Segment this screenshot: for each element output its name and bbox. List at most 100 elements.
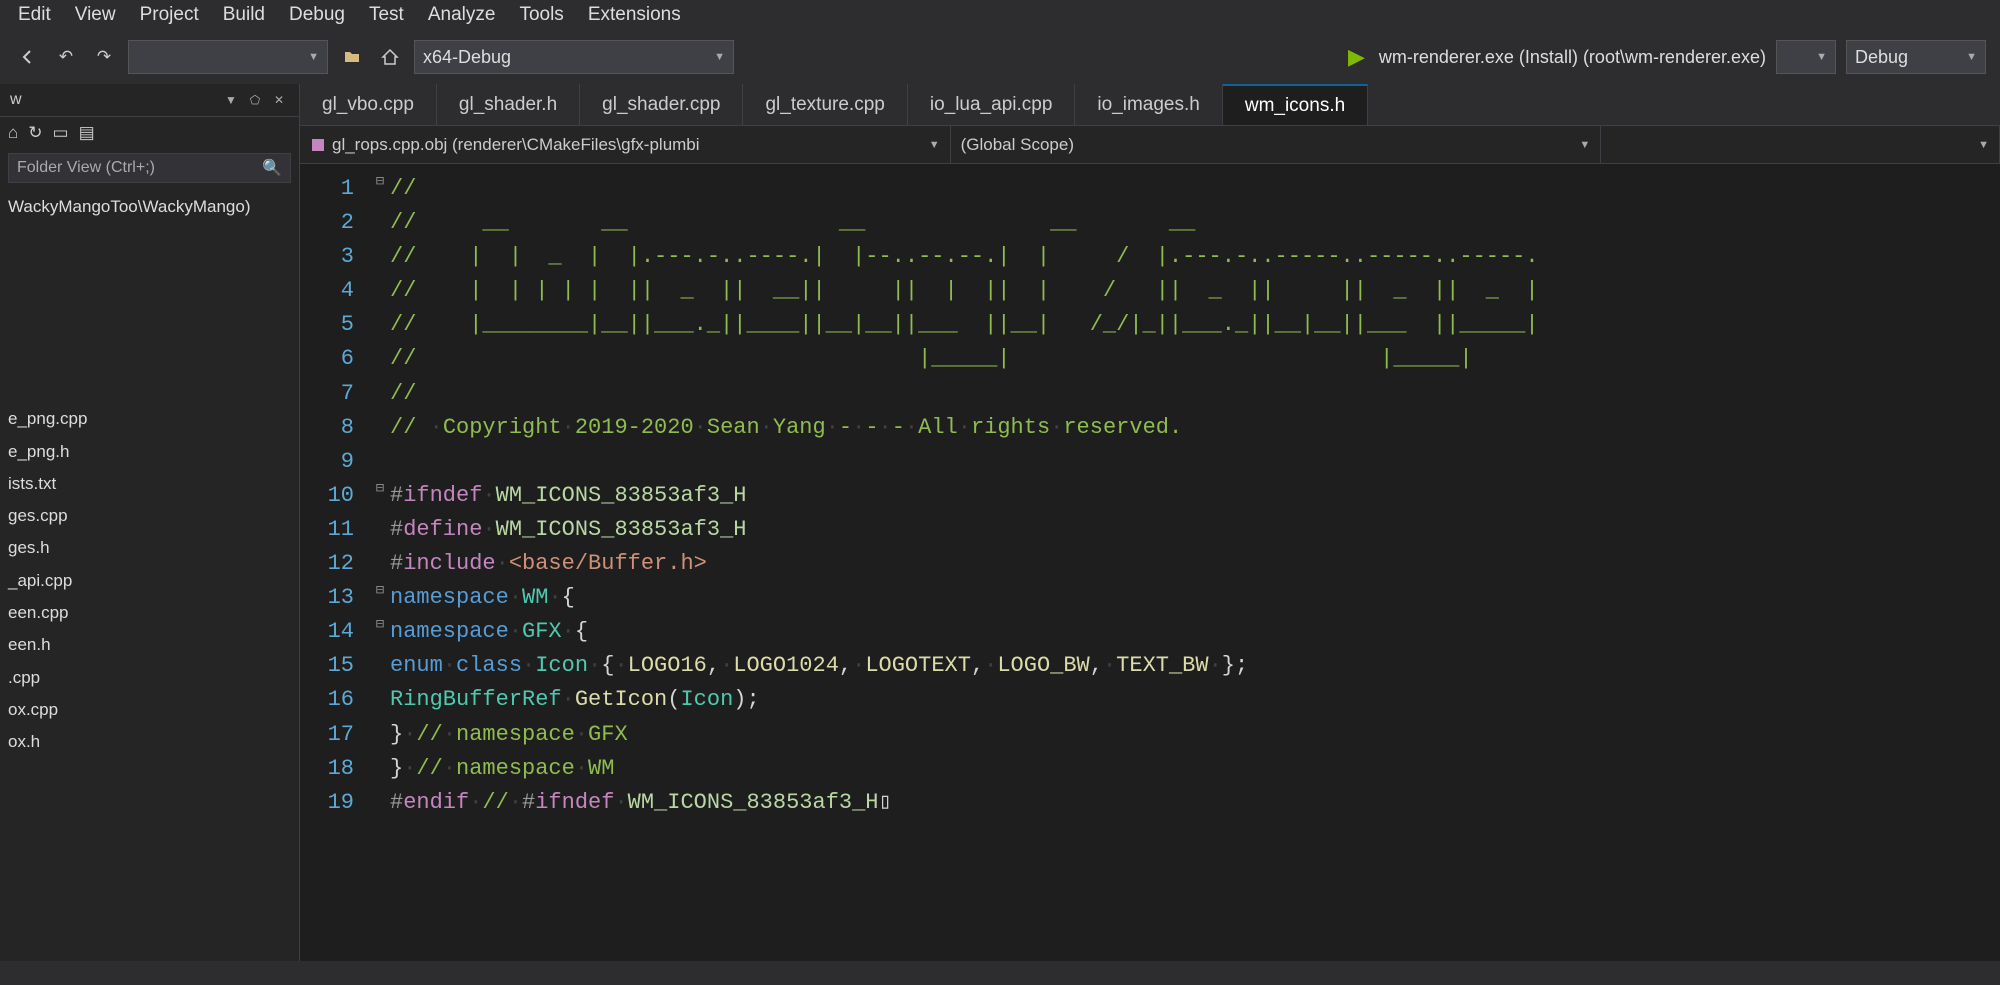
redo-icon[interactable]: ↷ (90, 43, 118, 71)
navigation-bar: gl_rops.cpp.obj (renderer\CMakeFiles\gfx… (300, 126, 2000, 164)
fold-toggle (370, 513, 390, 547)
chevron-down-icon: ▼ (929, 139, 940, 151)
menu-edit[interactable]: Edit (18, 4, 51, 26)
fold-toggle[interactable]: ⊟ (370, 581, 390, 615)
code-line: 7// (300, 377, 2000, 411)
line-number: 4 (300, 274, 370, 308)
nav-scope-left[interactable]: gl_rops.cpp.obj (renderer\CMakeFiles\gfx… (300, 126, 951, 163)
nav-back-icon[interactable] (14, 43, 42, 71)
code-content: // | | | | | || _ || __|| || | || | / ||… (390, 274, 2000, 308)
code-line: 15enum·class·Icon·{·LOGO16,·LOGO1024,·LO… (300, 649, 2000, 683)
tab-wm-icons-h[interactable]: wm_icons.h (1223, 84, 1368, 125)
line-number: 11 (300, 513, 370, 547)
code-content: }·//·namespace·WM (390, 752, 2000, 786)
home-icon[interactable]: ⌂ (8, 123, 18, 143)
fold-toggle (370, 752, 390, 786)
run-target-label[interactable]: wm-renderer.exe (Install) (root\wm-rende… (1379, 47, 1766, 68)
fold-toggle (370, 445, 390, 479)
pin-icon[interactable]: ⬠ (245, 90, 265, 110)
chevron-down-icon: ▼ (1579, 139, 1590, 151)
tree-files: e_png.cppe_png.hists.txtges.cppges.h_api… (8, 403, 291, 758)
fold-toggle[interactable]: ⊟ (370, 615, 390, 649)
chevron-down-icon[interactable]: ▼ (221, 90, 241, 110)
code-line: 9 (300, 445, 2000, 479)
debug-combo[interactable]: Debug ▼ (1846, 40, 1986, 74)
code-line: 4 // | | | | | || _ || __|| || | || | / |… (300, 274, 2000, 308)
menu-extensions[interactable]: Extensions (588, 4, 681, 26)
run-target-dropdown[interactable]: ▼ (1776, 40, 1836, 74)
line-number: 18 (300, 752, 370, 786)
line-number: 6 (300, 342, 370, 376)
solution-explorer-toolbar: ⌂ ↻ ▭ ▤ (0, 117, 299, 149)
tree-item[interactable]: ges.cpp (8, 500, 291, 532)
tree-item[interactable]: ox.cpp (8, 694, 291, 726)
open-folder-icon[interactable] (338, 43, 366, 71)
menu-analyze[interactable]: Analyze (428, 4, 496, 26)
line-number: 14 (300, 615, 370, 649)
tab-io-images-h[interactable]: io_images.h (1075, 84, 1222, 125)
code-content: // |_____| |_____| (390, 342, 2000, 376)
code-content: }·//·namespace·GFX (390, 718, 2000, 752)
code-line: 6 // |_____| |_____| (300, 342, 2000, 376)
fold-toggle (370, 786, 390, 820)
fold-toggle (370, 274, 390, 308)
solution-explorer-header: w ▼ ⬠ ✕ (0, 84, 299, 117)
collapse-icon[interactable]: ▭ (53, 123, 69, 143)
chevron-down-icon: ▼ (714, 51, 725, 63)
show-all-icon[interactable]: ▤ (79, 123, 95, 143)
main-toolbar: ↶ ↷ ▼ x64-Debug ▼ ▶ wm-renderer.exe (Ins… (0, 30, 2000, 84)
code-content: #endif·//·#ifndef·WM_ICONS_83853af3_H▯ (390, 786, 2000, 820)
fold-toggle (370, 342, 390, 376)
fold-toggle[interactable]: ⊟ (370, 479, 390, 513)
tab-gl-shader-cpp[interactable]: gl_shader.cpp (580, 84, 743, 125)
code-editor[interactable]: 1⊟//2// __ __ __ __ __3// | | _ | |.---.… (300, 164, 2000, 961)
menu-test[interactable]: Test (369, 4, 404, 26)
document-tabstrip: gl_vbo.cppgl_shader.hgl_shader.cppgl_tex… (300, 84, 2000, 126)
startup-item-combo[interactable]: ▼ (128, 40, 328, 74)
tree-item[interactable]: ists.txt (8, 468, 291, 500)
tree-item[interactable]: een.h (8, 629, 291, 661)
tree-item[interactable]: _api.cpp (8, 565, 291, 597)
tree-item[interactable]: ox.h (8, 726, 291, 758)
refresh-icon[interactable]: ↻ (28, 123, 42, 143)
code-content: #include·<base/Buffer.h> (390, 547, 2000, 581)
menu-project[interactable]: Project (140, 4, 199, 26)
code-content: // (390, 377, 2000, 411)
tab-io-lua-api-cpp[interactable]: io_lua_api.cpp (908, 84, 1076, 125)
home-icon[interactable] (376, 43, 404, 71)
code-line: 2// __ __ __ __ __ (300, 206, 2000, 240)
chevron-down-icon: ▼ (1978, 139, 1989, 151)
close-icon[interactable]: ✕ (269, 90, 289, 110)
code-content: // | | _ | |.---.-..----.| |--..--.--.| … (390, 240, 2000, 274)
menu-build[interactable]: Build (223, 4, 265, 26)
tree-item[interactable]: e_png.cpp (8, 403, 291, 435)
fold-toggle (370, 683, 390, 717)
tab-gl-texture-cpp[interactable]: gl_texture.cpp (743, 84, 907, 125)
nav-scope-right[interactable]: (Global Scope) ▼ (951, 126, 1602, 163)
fold-toggle[interactable]: ⊟ (370, 172, 390, 206)
configuration-combo[interactable]: x64-Debug ▼ (414, 40, 734, 74)
tree-item[interactable]: e_png.h (8, 436, 291, 468)
tree-root[interactable]: WackyMangoToo\WackyMango) (8, 191, 291, 223)
code-content: enum·class·Icon·{·LOGO16,·LOGO1024,·LOGO… (390, 649, 2000, 683)
code-line: 12#include·<base/Buffer.h> (300, 547, 2000, 581)
tab-gl-vbo-cpp[interactable]: gl_vbo.cpp (300, 84, 437, 125)
fold-toggle (370, 377, 390, 411)
nav-member[interactable]: ▼ (1601, 126, 2000, 163)
menu-view[interactable]: View (75, 4, 116, 26)
cpp-file-icon (310, 137, 326, 153)
tree-item[interactable]: een.cpp (8, 597, 291, 629)
menu-debug[interactable]: Debug (289, 4, 345, 26)
play-icon[interactable]: ▶ (1348, 44, 1365, 70)
line-number: 16 (300, 683, 370, 717)
line-number: 5 (300, 308, 370, 342)
tree-item[interactable]: .cpp (8, 662, 291, 694)
code-line: 13⊟namespace·WM·{ (300, 581, 2000, 615)
undo-icon[interactable]: ↶ (52, 43, 80, 71)
solution-search[interactable]: Folder View (Ctrl+;) 🔍 (8, 153, 291, 183)
tab-gl-shader-h[interactable]: gl_shader.h (437, 84, 580, 125)
tree-item[interactable]: ges.h (8, 532, 291, 564)
menu-tools[interactable]: Tools (519, 4, 563, 26)
line-number: 2 (300, 206, 370, 240)
line-number: 9 (300, 445, 370, 479)
